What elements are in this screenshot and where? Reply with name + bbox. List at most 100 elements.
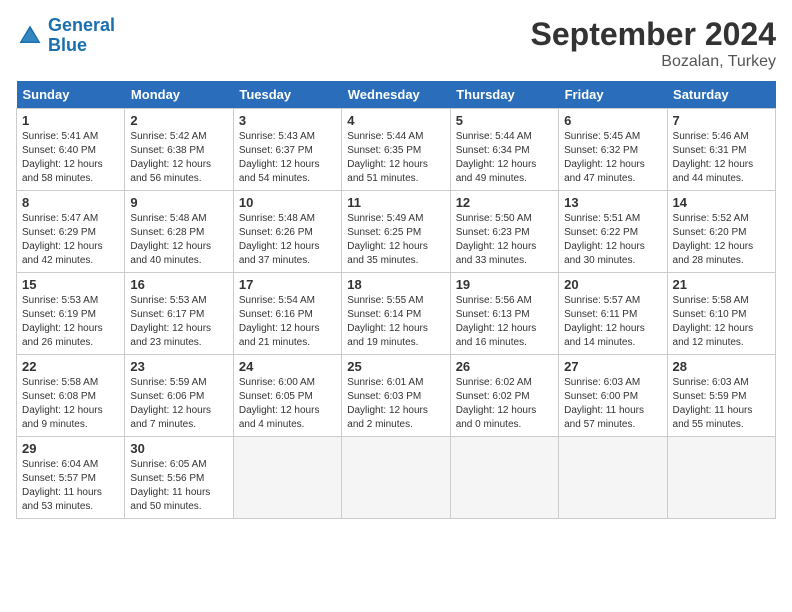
title-area: September 2024 Bozalan, Turkey	[531, 16, 776, 71]
calendar-cell: 15 Sunrise: 5:53 AM Sunset: 6:19 PM Dayli…	[17, 273, 125, 355]
day-info: Sunrise: 5:52 AM Sunset: 6:20 PM Dayligh…	[673, 212, 770, 268]
calendar-cell: 19 Sunrise: 5:56 AM Sunset: 6:13 PM Dayli…	[450, 273, 558, 355]
calendar-cell: 18Sunrise: 5:55 AM Sunset: 6:14 PM Dayli…	[342, 273, 450, 355]
calendar-cell: 28 Sunrise: 6:03 AM Sunset: 5:59 PM Dayli…	[667, 355, 775, 437]
calendar-row: 1Sunrise: 5:41 AM Sunset: 6:40 PM Daylig…	[17, 109, 776, 191]
logo: General Blue	[16, 16, 115, 56]
calendar-cell: 9Sunrise: 5:48 AM Sunset: 6:28 PM Daylig…	[125, 191, 233, 273]
calendar-cell: 26 Sunrise: 6:02 AM Sunset: 6:02 PM Dayli…	[450, 355, 558, 437]
calendar-row: 22Sunrise: 5:58 AM Sunset: 6:08 PM Dayli…	[17, 355, 776, 437]
col-saturday: Saturday	[667, 81, 775, 109]
calendar-cell: 17 Sunrise: 5:54 AM Sunset: 6:16 PM Dayli…	[233, 273, 341, 355]
calendar-cell: 7 Sunrise: 5:46 AM Sunset: 6:31 PM Daylig…	[667, 109, 775, 191]
logo-line2: Blue	[48, 35, 87, 55]
col-thursday: Thursday	[450, 81, 558, 109]
day-info: Sunrise: 6:00 AM Sunset: 6:05 PM Dayligh…	[239, 376, 336, 432]
day-info: Sunrise: 5:41 AM Sunset: 6:40 PM Dayligh…	[22, 130, 119, 186]
col-tuesday: Tuesday	[233, 81, 341, 109]
day-number: 20	[564, 277, 661, 292]
col-wednesday: Wednesday	[342, 81, 450, 109]
day-number: 15	[22, 277, 119, 292]
day-number: 14	[673, 195, 770, 210]
day-info: Sunrise: 5:56 AM Sunset: 6:13 PM Dayligh…	[456, 294, 553, 350]
day-number: 7	[673, 113, 770, 128]
calendar-cell: 1Sunrise: 5:41 AM Sunset: 6:40 PM Daylig…	[17, 109, 125, 191]
day-number: 21	[673, 277, 770, 292]
calendar-cell: 5 Sunrise: 5:44 AM Sunset: 6:34 PM Daylig…	[450, 109, 558, 191]
day-info: Sunrise: 5:44 AM Sunset: 6:35 PM Dayligh…	[347, 130, 444, 186]
day-number: 24	[239, 359, 336, 374]
day-info: Sunrise: 6:02 AM Sunset: 6:02 PM Dayligh…	[456, 376, 553, 432]
day-number: 12	[456, 195, 553, 210]
day-number: 17	[239, 277, 336, 292]
day-number: 13	[564, 195, 661, 210]
day-info: Sunrise: 6:03 AM Sunset: 6:00 PM Dayligh…	[564, 376, 661, 432]
logo-icon	[16, 22, 44, 50]
month-title: September 2024	[531, 16, 776, 53]
day-info: Sunrise: 6:03 AM Sunset: 5:59 PM Dayligh…	[673, 376, 770, 432]
day-info: Sunrise: 5:42 AM Sunset: 6:38 PM Dayligh…	[130, 130, 227, 186]
day-number: 5	[456, 113, 553, 128]
day-number: 26	[456, 359, 553, 374]
day-number: 23	[130, 359, 227, 374]
calendar-cell: 6 Sunrise: 5:45 AM Sunset: 6:32 PM Daylig…	[559, 109, 667, 191]
day-info: Sunrise: 5:47 AM Sunset: 6:29 PM Dayligh…	[22, 212, 119, 268]
calendar-cell: 22Sunrise: 5:58 AM Sunset: 6:08 PM Dayli…	[17, 355, 125, 437]
calendar-cell: 13 Sunrise: 5:51 AM Sunset: 6:22 PM Dayli…	[559, 191, 667, 273]
day-number: 28	[673, 359, 770, 374]
day-info: Sunrise: 5:54 AM Sunset: 6:16 PM Dayligh…	[239, 294, 336, 350]
col-monday: Monday	[125, 81, 233, 109]
day-number: 8	[22, 195, 119, 210]
day-number: 6	[564, 113, 661, 128]
day-info: Sunrise: 6:05 AM Sunset: 5:56 PM Dayligh…	[130, 458, 227, 514]
day-info: Sunrise: 5:48 AM Sunset: 6:26 PM Dayligh…	[239, 212, 336, 268]
col-sunday: Sunday	[17, 81, 125, 109]
calendar-cell: 14 Sunrise: 5:52 AM Sunset: 6:20 PM Dayli…	[667, 191, 775, 273]
calendar-cell: 25 Sunrise: 6:01 AM Sunset: 6:03 PM Dayli…	[342, 355, 450, 437]
day-info: Sunrise: 6:01 AM Sunset: 6:03 PM Dayligh…	[347, 376, 444, 432]
day-info: Sunrise: 5:59 AM Sunset: 6:06 PM Dayligh…	[130, 376, 227, 432]
calendar-cell: 10Sunrise: 5:48 AM Sunset: 6:26 PM Dayli…	[233, 191, 341, 273]
calendar-cell: 8 Sunrise: 5:47 AM Sunset: 6:29 PM Daylig…	[17, 191, 125, 273]
col-friday: Friday	[559, 81, 667, 109]
day-number: 29	[22, 441, 119, 456]
calendar-cell: 21 Sunrise: 5:58 AM Sunset: 6:10 PM Dayli…	[667, 273, 775, 355]
day-info: Sunrise: 5:58 AM Sunset: 6:10 PM Dayligh…	[673, 294, 770, 350]
day-number: 25	[347, 359, 444, 374]
calendar-row: 15 Sunrise: 5:53 AM Sunset: 6:19 PM Dayli…	[17, 273, 776, 355]
day-info: Sunrise: 5:43 AM Sunset: 6:37 PM Dayligh…	[239, 130, 336, 186]
logo-text: General Blue	[48, 16, 115, 56]
day-info: Sunrise: 5:45 AM Sunset: 6:32 PM Dayligh…	[564, 130, 661, 186]
calendar-cell: 4Sunrise: 5:44 AM Sunset: 6:35 PM Daylig…	[342, 109, 450, 191]
calendar-row: 29 Sunrise: 6:04 AM Sunset: 5:57 PM Dayli…	[17, 437, 776, 519]
day-info: Sunrise: 5:53 AM Sunset: 6:17 PM Dayligh…	[130, 294, 227, 350]
day-info: Sunrise: 5:50 AM Sunset: 6:23 PM Dayligh…	[456, 212, 553, 268]
day-info: Sunrise: 6:04 AM Sunset: 5:57 PM Dayligh…	[22, 458, 119, 514]
calendar-cell	[559, 437, 667, 519]
calendar-cell: 23 Sunrise: 5:59 AM Sunset: 6:06 PM Dayli…	[125, 355, 233, 437]
day-number: 19	[456, 277, 553, 292]
day-number: 9	[130, 195, 227, 210]
day-info: Sunrise: 5:46 AM Sunset: 6:31 PM Dayligh…	[673, 130, 770, 186]
calendar-cell	[233, 437, 341, 519]
location-title: Bozalan, Turkey	[531, 53, 776, 71]
day-number: 27	[564, 359, 661, 374]
day-info: Sunrise: 5:49 AM Sunset: 6:25 PM Dayligh…	[347, 212, 444, 268]
logo-line1: General	[48, 15, 115, 35]
calendar-cell: 2 Sunrise: 5:42 AM Sunset: 6:38 PM Daylig…	[125, 109, 233, 191]
day-info: Sunrise: 5:58 AM Sunset: 6:08 PM Dayligh…	[22, 376, 119, 432]
calendar-cell: 11 Sunrise: 5:49 AM Sunset: 6:25 PM Dayli…	[342, 191, 450, 273]
day-number: 11	[347, 195, 444, 210]
calendar-cell	[450, 437, 558, 519]
day-number: 2	[130, 113, 227, 128]
calendar-cell: 24 Sunrise: 6:00 AM Sunset: 6:05 PM Dayli…	[233, 355, 341, 437]
calendar-cell: 12 Sunrise: 5:50 AM Sunset: 6:23 PM Dayli…	[450, 191, 558, 273]
calendar-cell: 30Sunrise: 6:05 AM Sunset: 5:56 PM Dayli…	[125, 437, 233, 519]
day-number: 16	[130, 277, 227, 292]
day-info: Sunrise: 5:53 AM Sunset: 6:19 PM Dayligh…	[22, 294, 119, 350]
calendar-cell: 27 Sunrise: 6:03 AM Sunset: 6:00 PM Dayli…	[559, 355, 667, 437]
day-info: Sunrise: 5:44 AM Sunset: 6:34 PM Dayligh…	[456, 130, 553, 186]
day-info: Sunrise: 5:51 AM Sunset: 6:22 PM Dayligh…	[564, 212, 661, 268]
calendar-cell	[667, 437, 775, 519]
day-info: Sunrise: 5:55 AM Sunset: 6:14 PM Dayligh…	[347, 294, 444, 350]
